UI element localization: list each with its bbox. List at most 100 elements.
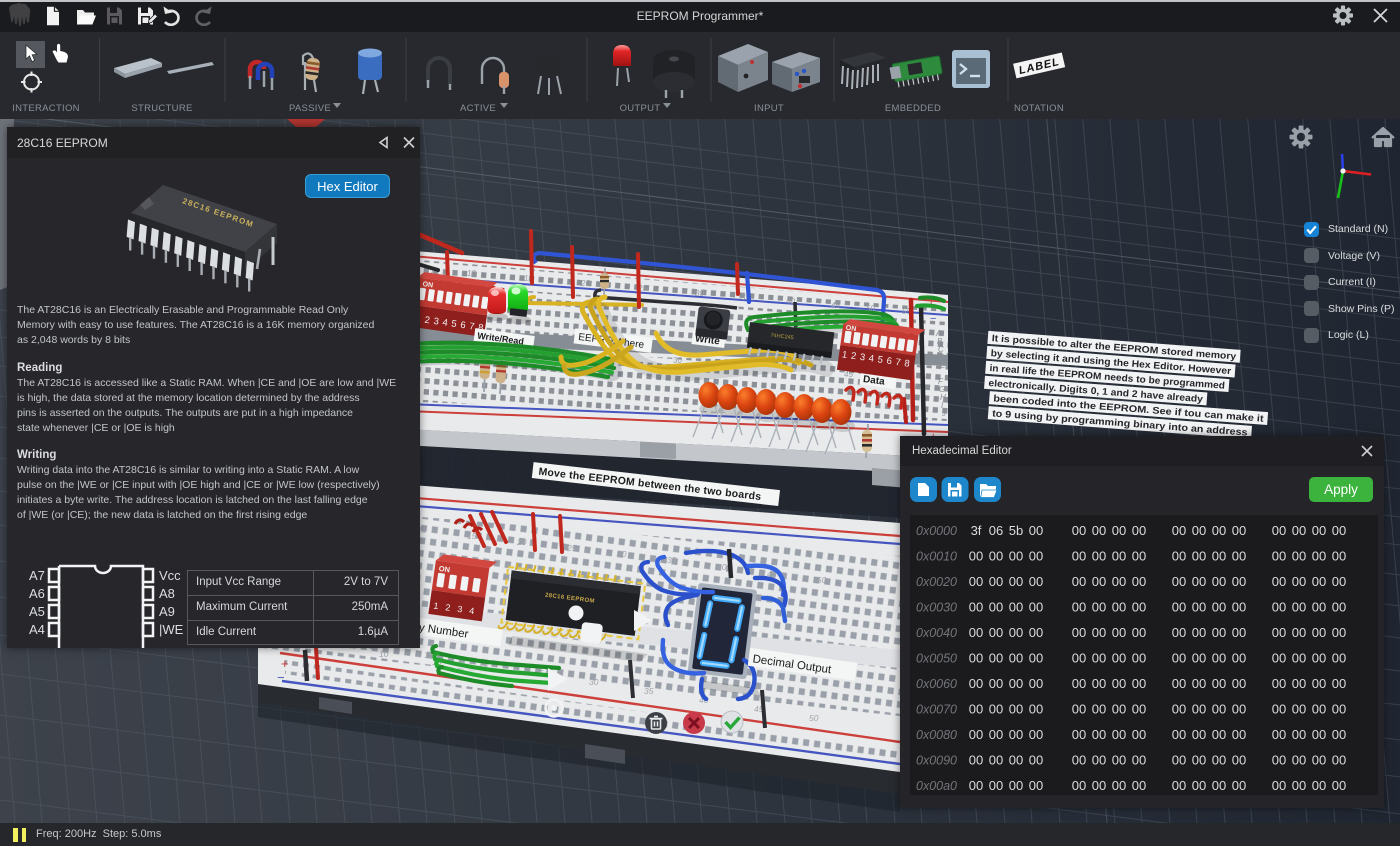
svg-text:00: 00	[1112, 549, 1126, 564]
svg-text:00: 00	[1092, 676, 1106, 691]
svg-text:50: 50	[817, 575, 827, 585]
svg-text:00: 00	[1172, 574, 1186, 589]
svg-text:00: 00	[1192, 549, 1206, 564]
svg-text:00: 00	[1072, 778, 1086, 793]
svg-text:00: 00	[1112, 574, 1126, 589]
svg-text:00: 00	[1192, 753, 1206, 768]
svg-text:00: 00	[1312, 600, 1326, 615]
svg-text:00: 00	[1192, 574, 1206, 589]
svg-text:00: 00	[1092, 549, 1106, 564]
svg-text:Vcc: Vcc	[159, 568, 181, 583]
svg-text:00: 00	[1212, 625, 1226, 640]
svg-text:00: 00	[1072, 702, 1086, 717]
svg-text:00: 00	[1112, 727, 1126, 742]
svg-text:00: 00	[969, 778, 983, 793]
svg-text:00: 00	[1172, 549, 1186, 564]
svg-text:00: 00	[1292, 753, 1306, 768]
svg-text:00: 00	[1192, 625, 1206, 640]
svg-text:00: 00	[1029, 753, 1043, 768]
svg-text:00: 00	[1009, 625, 1023, 640]
svg-text:00: 00	[1212, 651, 1226, 666]
svg-text:ON: ON	[422, 281, 433, 289]
svg-text:00: 00	[1112, 651, 1126, 666]
svg-text:00: 00	[1332, 702, 1346, 717]
svg-text:00: 00	[1312, 702, 1326, 717]
svg-text:00: 00	[1132, 523, 1146, 538]
svg-text:00: 00	[1212, 676, 1226, 691]
svg-text:00: 00	[1132, 753, 1146, 768]
svg-text:30: 30	[589, 677, 599, 687]
svg-text:INTERACTION: INTERACTION	[12, 103, 80, 114]
svg-text:00: 00	[1192, 600, 1206, 615]
svg-text:00: 00	[1072, 727, 1086, 742]
svg-text:00: 00	[1292, 778, 1306, 793]
svg-text:00: 00	[1312, 727, 1326, 742]
svg-text:00: 00	[1272, 549, 1286, 564]
svg-text:STRUCTURE: STRUCTURE	[131, 103, 192, 114]
svg-text:00: 00	[1029, 574, 1043, 589]
svg-text:+: +	[281, 656, 289, 671]
svg-text:−: −	[930, 313, 936, 325]
svg-text:Apply: Apply	[1324, 482, 1358, 497]
svg-text:0x0070: 0x0070	[916, 703, 957, 717]
svg-text:00: 00	[1232, 651, 1246, 666]
svg-text:00: 00	[1332, 753, 1346, 768]
svg-text:00: 00	[1092, 651, 1106, 666]
svg-text:−: −	[277, 670, 285, 685]
svg-text:10: 10	[379, 649, 389, 659]
svg-text:00: 00	[1072, 625, 1086, 640]
svg-text:00: 00	[1232, 676, 1246, 691]
svg-text:00: 00	[1192, 523, 1206, 538]
svg-text:00: 00	[1312, 778, 1326, 793]
svg-text:00: 00	[1112, 702, 1126, 717]
svg-text:00: 00	[969, 753, 983, 768]
svg-text:15: 15	[467, 531, 477, 541]
svg-text:00: 00	[1292, 625, 1306, 640]
svg-text:00: 00	[989, 549, 1003, 564]
svg-text:00: 00	[1029, 523, 1043, 538]
svg-text:00: 00	[1172, 600, 1186, 615]
svg-text:00: 00	[1292, 676, 1306, 691]
svg-text:00: 00	[1232, 702, 1246, 717]
svg-text:00: 00	[1112, 600, 1126, 615]
svg-text:00: 00	[1312, 523, 1326, 538]
svg-text:30: 30	[695, 289, 704, 298]
svg-text:00: 00	[1029, 549, 1043, 564]
svg-text:00: 00	[1312, 625, 1326, 640]
svg-text:00: 00	[1072, 523, 1086, 538]
svg-text:00: 00	[1112, 676, 1126, 691]
svg-text:00: 00	[1092, 778, 1106, 793]
svg-text:00: 00	[1092, 574, 1106, 589]
svg-text:00: 00	[989, 702, 1003, 717]
svg-text:0x0000: 0x0000	[916, 524, 957, 538]
svg-text:40: 40	[717, 562, 727, 572]
svg-text:0x0050: 0x0050	[916, 652, 957, 666]
svg-text:00: 00	[1132, 727, 1146, 742]
svg-text:00: 00	[1132, 600, 1146, 615]
svg-text:00: 00	[1132, 549, 1146, 564]
svg-text:00: 00	[1029, 778, 1043, 793]
svg-text:00: 00	[1009, 702, 1023, 717]
svg-text:00: 00	[1132, 625, 1146, 640]
svg-text:00: 00	[1192, 651, 1206, 666]
svg-text:00: 00	[1072, 574, 1086, 589]
svg-text:00: 00	[969, 625, 983, 640]
svg-text:00: 00	[1312, 549, 1326, 564]
svg-text:0x00a0: 0x00a0	[916, 779, 957, 793]
svg-text:00: 00	[1292, 549, 1306, 564]
svg-text:50: 50	[809, 713, 819, 723]
svg-text:00: 00	[1009, 574, 1023, 589]
svg-text:00: 00	[1092, 625, 1106, 640]
svg-text:00: 00	[1009, 727, 1023, 742]
svg-text:0x0090: 0x0090	[916, 754, 957, 768]
svg-text:45: 45	[831, 301, 840, 310]
svg-text:00: 00	[969, 727, 983, 742]
svg-text:00: 00	[1172, 702, 1186, 717]
svg-text:00: 00	[1212, 753, 1226, 768]
svg-text:00: 00	[1232, 523, 1246, 538]
svg-text:00: 00	[1029, 702, 1043, 717]
svg-text:00: 00	[1009, 600, 1023, 615]
svg-text:00: 00	[989, 778, 1003, 793]
svg-text:00: 00	[1292, 702, 1306, 717]
svg-text:00: 00	[1332, 651, 1346, 666]
